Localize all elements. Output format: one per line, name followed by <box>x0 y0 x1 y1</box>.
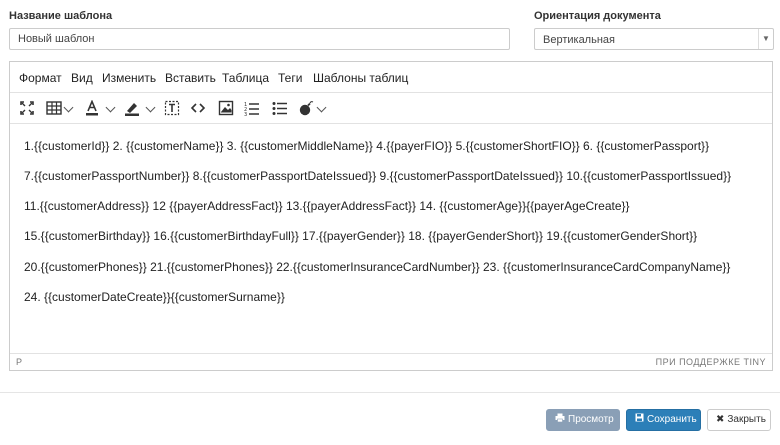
content-line: 15.{{customerBirthday}} 16.{{customerBir… <box>24 229 698 243</box>
bomb-icon[interactable] <box>298 100 314 116</box>
table-icon[interactable] <box>46 100 62 116</box>
code-icon[interactable] <box>190 100 206 116</box>
highlight-color-icon[interactable] <box>124 100 140 116</box>
content-line: 24. {{customerDateCreate}}{{customerSurn… <box>24 290 285 304</box>
text-color-icon[interactable] <box>84 100 100 116</box>
bullet-list-icon[interactable] <box>272 100 288 116</box>
menu-view[interactable]: Вид <box>71 71 93 85</box>
menu-tags[interactable]: Теги <box>278 71 302 85</box>
footer-divider <box>0 392 780 393</box>
fullscreen-icon[interactable] <box>20 100 34 116</box>
orientation-value: Вертикальная <box>543 34 615 46</box>
element-path[interactable]: P <box>16 357 22 367</box>
content-line: 20.{{customerPhones}} 21.{{customerPhone… <box>24 260 731 274</box>
save-button[interactable]: Сохранить <box>626 409 701 431</box>
close-button[interactable]: ✖ Закрыть <box>707 409 771 431</box>
content-line: 7.{{customerPassportNumber}} 8.{{custome… <box>24 169 732 183</box>
template-name-input[interactable]: Новый шаблон <box>9 28 510 50</box>
template-name-label: Название шаблона <box>9 10 113 22</box>
text-color-caret[interactable] <box>105 102 116 113</box>
menu-format[interactable]: Формат <box>19 71 62 85</box>
close-label: Закрыть <box>727 414 766 425</box>
printer-icon <box>555 413 565 422</box>
menu-edit[interactable]: Изменить <box>102 71 156 85</box>
image-icon[interactable] <box>218 100 234 116</box>
bomb-caret[interactable] <box>316 102 327 113</box>
editor-content[interactable]: 1.{{customerId}} 2. {{customerName}} 3. … <box>10 124 772 354</box>
editor-statusbar: P ПРИ ПОДДЕРЖКЕ TINY <box>10 353 772 370</box>
save-label: Сохранить <box>647 414 697 425</box>
orientation-label: Ориентация документа <box>534 10 661 22</box>
highlight-color-caret[interactable] <box>145 102 156 113</box>
orientation-select[interactable]: Вертикальная ▼ <box>534 28 774 50</box>
template-icon[interactable] <box>164 100 180 116</box>
svg-text:3: 3 <box>244 112 247 116</box>
editor-toolbar: 1 2 3 <box>10 93 772 124</box>
rich-text-editor: Формат Вид Изменить Вставить Таблица Тег… <box>9 61 773 371</box>
editor-menubar: Формат Вид Изменить Вставить Таблица Тег… <box>10 62 772 93</box>
close-icon: ✖ <box>716 414 725 425</box>
content-line: 1.{{customerId}} 2. {{customerName}} 3. … <box>24 139 710 153</box>
preview-button[interactable]: Просмотр <box>546 409 620 431</box>
menu-table[interactable]: Таблица <box>222 71 269 85</box>
menu-insert[interactable]: Вставить <box>165 71 216 85</box>
numbered-list-icon[interactable]: 1 2 3 <box>244 100 260 116</box>
content-line: 11.{{customerAddress}} 12 {{payerAddress… <box>24 199 630 213</box>
powered-by-link[interactable]: ПРИ ПОДДЕРЖКЕ TINY <box>656 357 766 367</box>
chevron-down-icon[interactable]: ▼ <box>758 29 773 49</box>
preview-label: Просмотр <box>568 414 614 425</box>
table-dropdown-caret[interactable] <box>63 102 74 113</box>
floppy-disk-icon <box>635 413 644 422</box>
menu-table-templates[interactable]: Шаблоны таблиц <box>313 71 408 85</box>
